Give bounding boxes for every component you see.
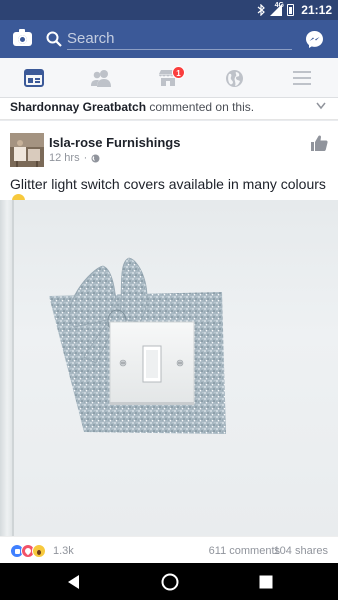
messenger-icon[interactable] bbox=[305, 30, 324, 49]
marketplace-badge: 1 bbox=[172, 66, 185, 79]
globe-icon bbox=[91, 154, 100, 162]
top-bar bbox=[0, 20, 338, 58]
separator-dot: · bbox=[83, 152, 88, 164]
post-photo[interactable] bbox=[0, 200, 338, 536]
camera-icon[interactable] bbox=[13, 29, 32, 46]
tab-marketplace[interactable]: 1 bbox=[134, 58, 201, 98]
status-bar: 4G 21:12 bbox=[0, 0, 338, 20]
nav-bar: 1 bbox=[0, 58, 338, 98]
news-feed-icon bbox=[23, 69, 44, 87]
clock: 21:12 bbox=[301, 3, 332, 17]
feed-post: Isla-rose Furnishings 12 hrs · Glitter l… bbox=[0, 121, 338, 565]
light-switch-image bbox=[49, 257, 226, 434]
post-time: 12 hrs bbox=[49, 152, 80, 164]
share-count[interactable]: 104 shares bbox=[274, 545, 328, 557]
like-icon[interactable] bbox=[310, 134, 328, 152]
reactions-bar[interactable]: 1.3k 611 comments 104 shares bbox=[0, 536, 338, 565]
reaction-icons bbox=[10, 544, 46, 558]
friends-icon bbox=[90, 70, 111, 87]
chevron-down-icon[interactable] bbox=[316, 102, 326, 110]
tab-menu[interactable] bbox=[268, 58, 335, 98]
bluetooth-icon bbox=[257, 4, 266, 16]
home-icon[interactable] bbox=[160, 572, 180, 592]
tab-news-feed[interactable] bbox=[0, 58, 67, 98]
tab-notifications[interactable] bbox=[201, 58, 268, 98]
post-text-content: Glitter light switch covers available in… bbox=[10, 176, 326, 192]
search-icon bbox=[46, 31, 62, 47]
wow-reaction-icon bbox=[32, 544, 46, 558]
activity-actor[interactable]: Shardonnay Greatbatch bbox=[10, 100, 146, 114]
menu-icon bbox=[292, 71, 311, 85]
search-input[interactable] bbox=[67, 28, 292, 50]
activity-header: Shardonnay Greatbatch commented on this. bbox=[0, 98, 338, 120]
globe-icon bbox=[226, 69, 243, 87]
recent-apps-icon[interactable] bbox=[256, 572, 276, 592]
page-name[interactable]: Isla-rose Furnishings bbox=[49, 135, 180, 150]
avatar[interactable] bbox=[10, 133, 44, 167]
post-meta: 12 hrs · bbox=[49, 152, 100, 164]
back-icon[interactable] bbox=[64, 572, 84, 592]
reaction-count: 1.3k bbox=[53, 545, 74, 557]
signal-icon bbox=[270, 4, 283, 16]
activity-action: commented on this. bbox=[149, 100, 255, 114]
system-nav-bar bbox=[0, 563, 338, 600]
battery-icon bbox=[287, 4, 295, 16]
comment-count[interactable]: 611 comments bbox=[209, 545, 280, 557]
tab-friends[interactable] bbox=[67, 58, 134, 98]
